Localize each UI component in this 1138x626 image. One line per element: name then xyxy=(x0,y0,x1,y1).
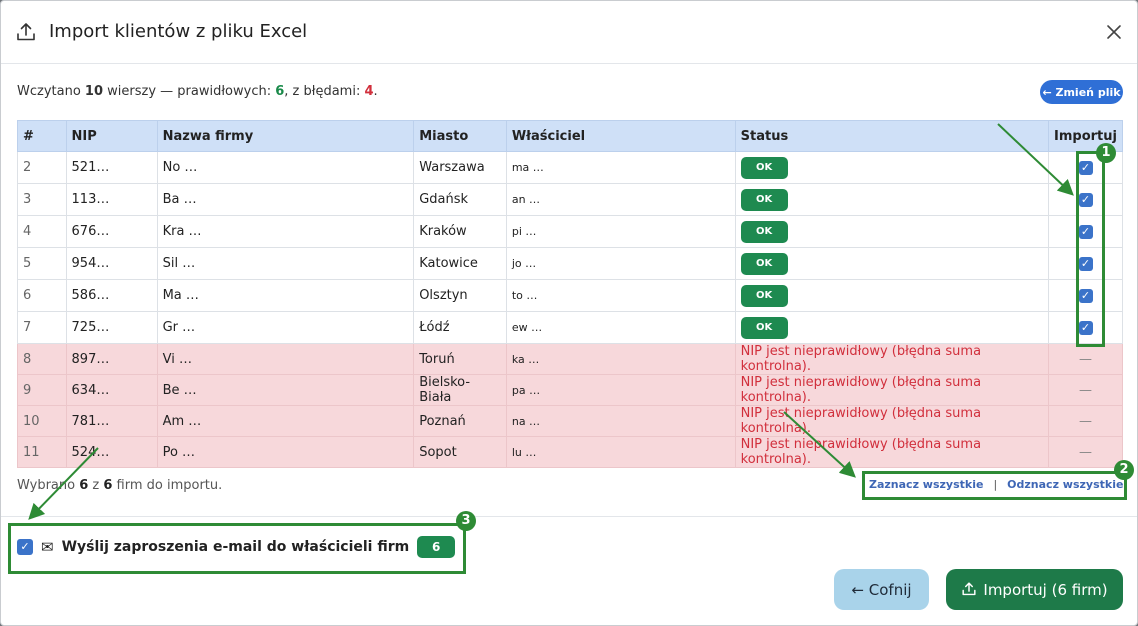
arrow-1 xyxy=(997,123,1074,196)
arrow-3 xyxy=(28,447,99,520)
arrow-2 xyxy=(783,411,856,478)
import-dialog: Import klientów z pliku Excel Wczytano 1… xyxy=(0,0,1138,626)
annotation-arrows xyxy=(28,123,1074,520)
